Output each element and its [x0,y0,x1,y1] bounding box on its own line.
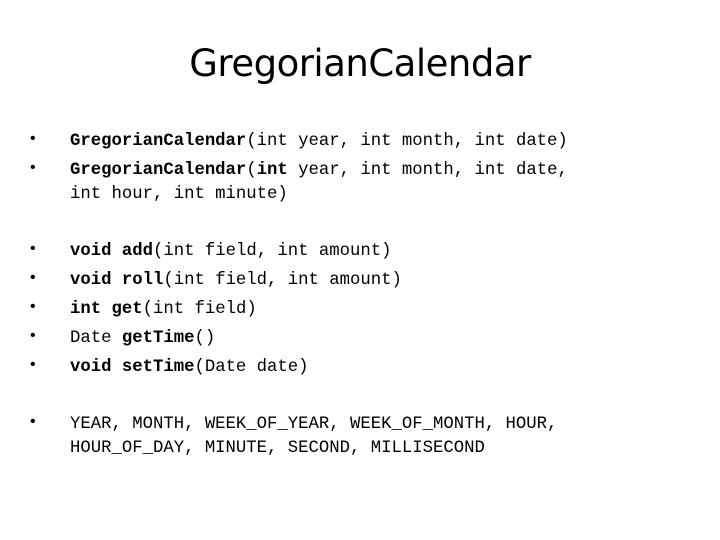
constructor-2: GregorianCalendar(int year, int month, i… [70,159,568,183]
params: (int field) [142,300,257,319]
method-add: void add(int field, int amount) [70,240,392,264]
paren: ( [246,161,257,180]
slide-title: GregorianCalendar [189,42,531,85]
return-type: void [70,358,122,377]
constructor-1: GregorianCalendar(int year, int month, i… [70,130,568,154]
method-name: setTime [121,358,195,377]
bullet: • [30,130,36,147]
method-name: getTime [121,329,195,348]
fields-line-2: HOUR_OF_DAY, MINUTE, SECOND, MILLISECOND [70,439,485,458]
type-keyword: int [256,161,288,180]
bullet: • [30,269,36,286]
bullet: • [30,240,36,257]
bullet: • [30,356,36,373]
params: (Date date) [194,358,309,377]
method-name: get [111,300,143,319]
fields-line-1: YEAR, MONTH, WEEK_OF_YEAR, WEEK_OF_MONTH… [70,415,558,434]
bullet: • [30,298,36,315]
params: (int field, int amount) [163,271,402,290]
return-type: Date [70,329,122,348]
bullet: • [30,413,36,430]
method-name: GregorianCalendar [70,132,247,151]
bullet: • [30,327,36,344]
method-gettime: Date getTime() [70,327,215,351]
params: () [194,329,216,348]
constructor-2-continued: int hour, int minute) [70,185,288,204]
method-roll: void roll(int field, int amount) [70,269,402,293]
params: (int field, int amount) [152,242,392,261]
return-type: void [70,271,122,290]
method-get: int get(int field) [70,298,257,322]
params: (int year, int month, int date) [246,132,568,151]
method-name: roll [121,271,164,290]
return-type: void [70,242,122,261]
params: year, int month, int date, [287,161,568,180]
method-name: GregorianCalendar [70,161,247,180]
return-type: int [70,300,112,319]
bullet: • [30,159,36,176]
method-name: add [121,242,153,261]
method-settime: void setTime(Date date) [70,356,309,380]
